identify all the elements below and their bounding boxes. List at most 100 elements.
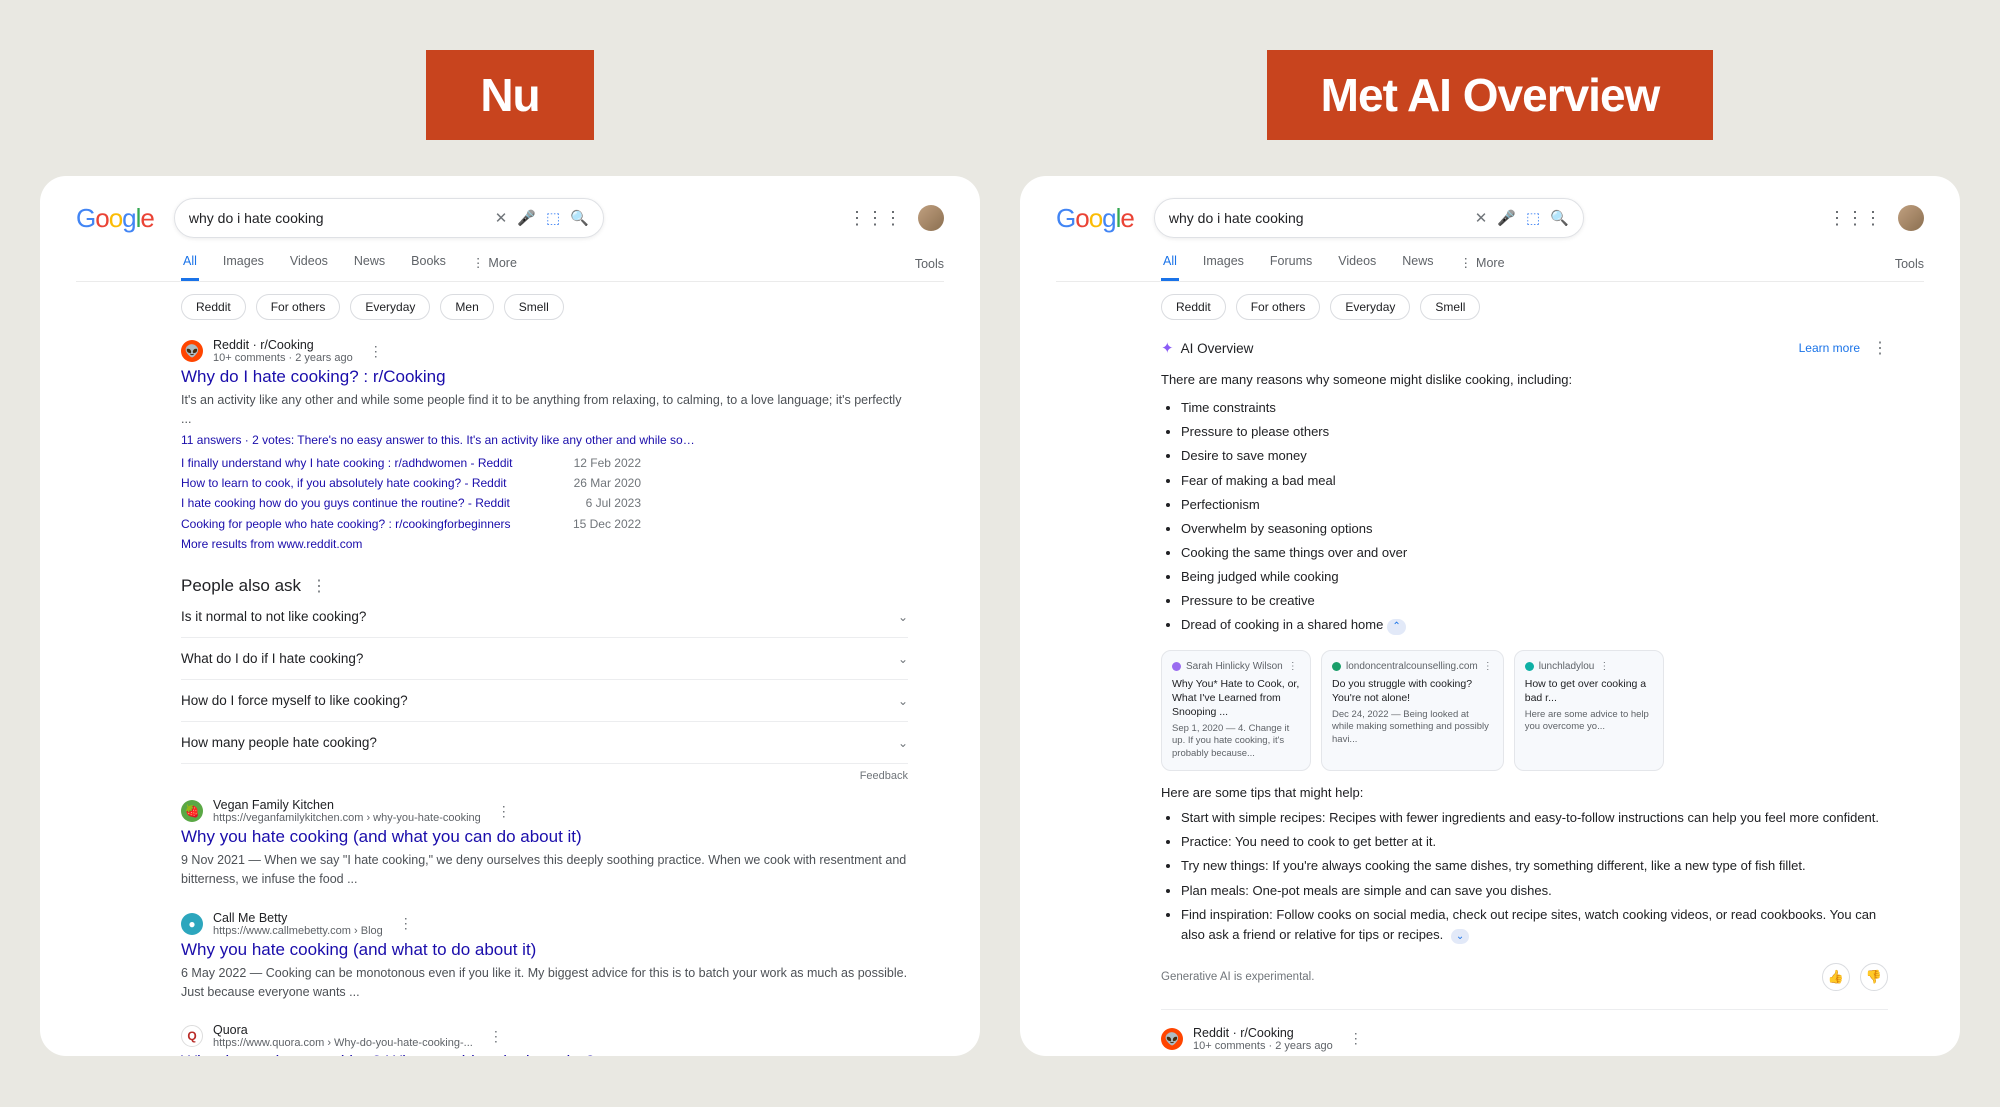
- chip[interactable]: Everyday: [350, 294, 430, 320]
- search-icon[interactable]: 🔍: [570, 209, 589, 227]
- serp-left: Google ✕ 🎤 ⬚ 🔍 ⋮⋮⋮ All Images Videos New…: [40, 176, 980, 1056]
- banner-right: Met AI Overview: [1267, 50, 1714, 140]
- tab-more[interactable]: More: [1458, 254, 1507, 281]
- chevron-down-icon: ⌄: [898, 736, 908, 750]
- result-item: ● Call Me Bettyhttps://www.callmebetty.c…: [181, 911, 908, 1002]
- ai-source-cards: Sarah Hinlicky Wilson⋮ Why You* Hate to …: [1161, 650, 1888, 772]
- paa-item[interactable]: What do I do if I hate cooking?⌄: [181, 638, 908, 680]
- chip[interactable]: Smell: [1420, 294, 1480, 320]
- tabs: All Images Videos News Books More Tools: [76, 254, 944, 282]
- sublink[interactable]: I finally understand why I hate cooking …: [181, 453, 513, 473]
- search-input[interactable]: [1169, 210, 1465, 226]
- serp-right: Google ✕ 🎤 ⬚ 🔍 ⋮⋮⋮ All Images Forums Vid…: [1020, 176, 1960, 1056]
- divider: [1161, 1009, 1888, 1010]
- result-title[interactable]: Why do I hate cooking? : r/Cooking: [1161, 1055, 1888, 1056]
- sparkle-icon: ✦: [1161, 339, 1174, 357]
- lens-icon[interactable]: ⬚: [1526, 209, 1540, 227]
- ai-disclaimer: Generative AI is experimental.: [1161, 971, 1314, 983]
- search-box[interactable]: ✕ 🎤 ⬚ 🔍: [174, 198, 604, 238]
- paa-item[interactable]: Is it normal to not like cooking?⌄: [181, 596, 908, 638]
- more-icon[interactable]: ⋮: [311, 578, 327, 595]
- chip[interactable]: Reddit: [181, 294, 246, 320]
- thumbs-down-button[interactable]: 👎: [1860, 963, 1888, 991]
- avatar[interactable]: [918, 205, 944, 231]
- more-icon[interactable]: ⋮: [489, 1028, 503, 1045]
- lens-icon[interactable]: ⬚: [546, 209, 560, 227]
- sublink[interactable]: I hate cooking how do you guys continue …: [181, 493, 510, 513]
- result-reddit: 👽 Reddit · r/Cooking 10+ comments · 2 ye…: [181, 338, 908, 554]
- paa-item[interactable]: How do I force myself to like cooking?⌄: [181, 680, 908, 722]
- result-reddit: 👽 Reddit · r/Cooking 10+ comments · 2 ye…: [1161, 1026, 1888, 1056]
- result-title[interactable]: Why do I hate cooking? : r/Cooking: [181, 367, 908, 387]
- chip[interactable]: For others: [1236, 294, 1321, 320]
- feedback-link[interactable]: Feedback: [181, 770, 908, 782]
- more-results-link[interactable]: More results from www.reddit.com: [181, 537, 362, 551]
- chevron-down-icon: ⌄: [898, 652, 908, 666]
- tabs: All Images Forums Videos News More Tools: [1056, 254, 1924, 282]
- chip[interactable]: Everyday: [1330, 294, 1410, 320]
- tab-videos[interactable]: Videos: [288, 254, 330, 281]
- ai-card[interactable]: Sarah Hinlicky Wilson⋮ Why You* Hate to …: [1161, 650, 1311, 772]
- clear-icon[interactable]: ✕: [495, 209, 508, 227]
- chip[interactable]: Men: [440, 294, 493, 320]
- ai-card[interactable]: lunchladylou⋮ How to get over cooking a …: [1514, 650, 1664, 772]
- collapse-icon[interactable]: ⌃: [1387, 619, 1405, 635]
- ai-intro: There are many reasons why someone might…: [1161, 370, 1888, 390]
- chip[interactable]: For others: [256, 294, 341, 320]
- clear-icon[interactable]: ✕: [1475, 209, 1488, 227]
- tab-all[interactable]: All: [1161, 254, 1179, 281]
- tab-images[interactable]: Images: [221, 254, 266, 281]
- thumbs-up-button[interactable]: 👍: [1822, 963, 1850, 991]
- tab-news[interactable]: News: [352, 254, 387, 281]
- apps-icon[interactable]: ⋮⋮⋮: [848, 208, 902, 229]
- chevron-down-icon: ⌄: [898, 610, 908, 624]
- site-icon: ●: [181, 913, 203, 935]
- ai-overview-label: AI Overview: [1181, 341, 1799, 356]
- more-icon[interactable]: ⋮: [497, 803, 511, 820]
- tab-videos[interactable]: Videos: [1336, 254, 1378, 281]
- tab-more[interactable]: More: [470, 254, 519, 281]
- apps-icon[interactable]: ⋮⋮⋮: [1828, 208, 1882, 229]
- result-title[interactable]: Why you hate cooking (and what to do abo…: [181, 940, 908, 960]
- more-icon[interactable]: ⋮: [369, 343, 383, 360]
- sublink[interactable]: Cooking for people who hate cooking? : r…: [181, 514, 511, 534]
- chevron-down-icon: ⌄: [898, 694, 908, 708]
- reddit-icon: 👽: [181, 340, 203, 362]
- more-icon[interactable]: ⋮: [399, 915, 413, 932]
- tools-link[interactable]: Tools: [1895, 257, 1924, 271]
- tab-news[interactable]: News: [1400, 254, 1435, 281]
- more-icon[interactable]: ⋮: [1872, 338, 1888, 358]
- search-icon[interactable]: 🔍: [1550, 209, 1569, 227]
- more-icon[interactable]: ⋮: [1349, 1030, 1363, 1047]
- tools-link[interactable]: Tools: [915, 257, 944, 271]
- expand-icon[interactable]: ⌄: [1451, 929, 1469, 945]
- result-item: Q Quorahttps://www.quora.com › Why-do-yo…: [181, 1023, 908, 1056]
- tab-all[interactable]: All: [181, 254, 199, 281]
- paa-heading: People also ask: [181, 576, 301, 596]
- reddit-icon: 👽: [1161, 1028, 1183, 1050]
- result-title[interactable]: Why you hate cooking (and what you can d…: [181, 827, 908, 847]
- search-box[interactable]: ✕ 🎤 ⬚ 🔍: [1154, 198, 1584, 238]
- avatar[interactable]: [1898, 205, 1924, 231]
- search-input[interactable]: [189, 210, 485, 226]
- google-logo[interactable]: Google: [76, 203, 154, 234]
- mic-icon[interactable]: 🎤: [517, 209, 536, 227]
- google-logo[interactable]: Google: [1056, 203, 1134, 234]
- paa-item[interactable]: How many people hate cooking?⌄: [181, 722, 908, 764]
- site-icon: 🍓: [181, 800, 203, 822]
- ai-card[interactable]: londoncentralcounselling.com⋮ Do you str…: [1321, 650, 1504, 772]
- chip[interactable]: Reddit: [1161, 294, 1226, 320]
- mic-icon[interactable]: 🎤: [1497, 209, 1516, 227]
- learn-more-link[interactable]: Learn more: [1799, 341, 1860, 355]
- quora-icon: Q: [181, 1025, 203, 1047]
- result-title[interactable]: Why do you hate cooking? What would make…: [181, 1052, 908, 1056]
- people-also-ask: People also ask ⋮ Is it normal to not lik…: [181, 576, 908, 782]
- result-item: 🍓 Vegan Family Kitchenhttps://veganfamil…: [181, 798, 908, 889]
- tab-books[interactable]: Books: [409, 254, 448, 281]
- chip[interactable]: Smell: [504, 294, 564, 320]
- sublink[interactable]: How to learn to cook, if you absolutely …: [181, 473, 507, 493]
- ai-reasons-list: Time constraintsPressure to please other…: [1181, 398, 1888, 635]
- tab-images[interactable]: Images: [1201, 254, 1246, 281]
- tab-forums[interactable]: Forums: [1268, 254, 1314, 281]
- banner-left: Nu: [426, 50, 593, 140]
